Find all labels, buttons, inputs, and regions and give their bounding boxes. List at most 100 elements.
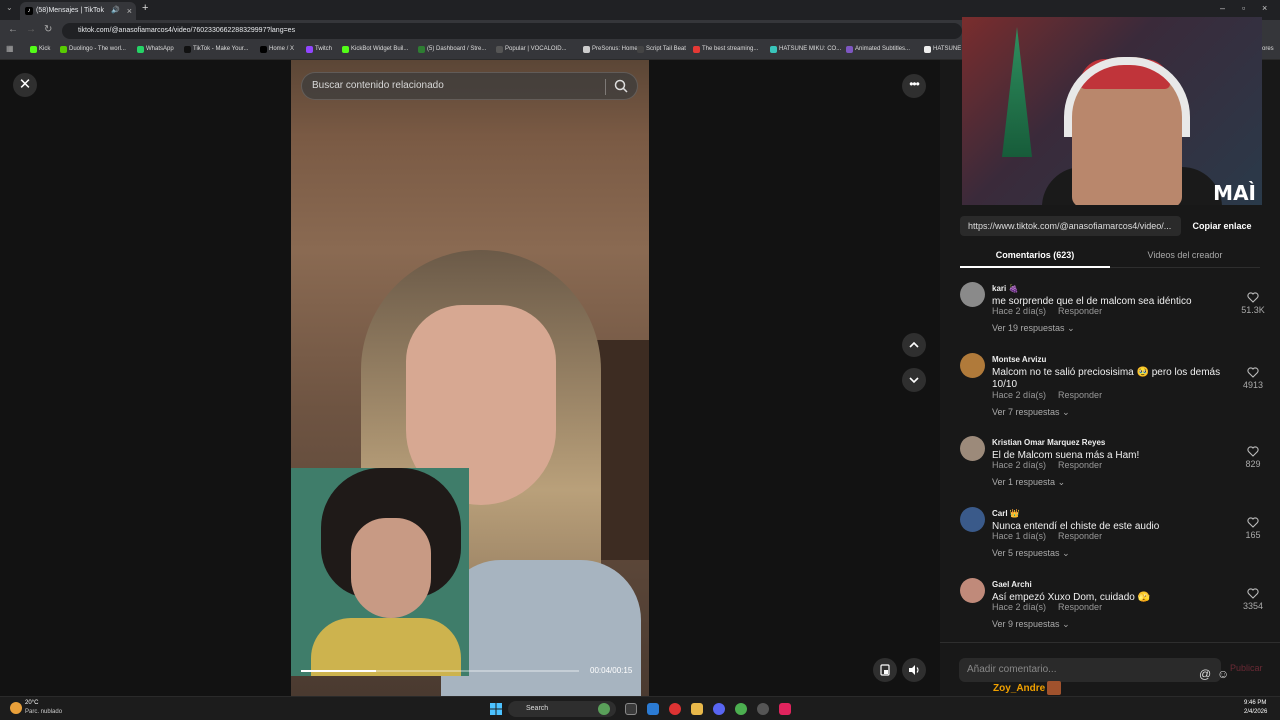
file-explorer-icon[interactable] — [691, 703, 703, 715]
bookmark-item[interactable]: TikTok - Make Your... — [184, 46, 248, 53]
bookmark-item[interactable]: KickBot Widget Buil... — [342, 46, 408, 53]
related-search-box[interactable]: Buscar contenido relacionado — [301, 72, 638, 100]
tab-list-icon[interactable]: ⌄ — [6, 3, 13, 12]
browser-tab[interactable]: ♪ (58)Mensajes | TikTok 🔊 × — [20, 2, 136, 20]
reload-icon[interactable]: ↻ — [44, 24, 52, 35]
bookmark-label: The best streaming... — [702, 46, 759, 52]
close-tab-icon[interactable]: × — [127, 2, 132, 20]
close-video-button[interactable]: ✕ — [13, 73, 37, 97]
heart-icon — [1247, 446, 1259, 457]
bookmark-favicon-icon — [260, 46, 267, 53]
mention-icon[interactable]: @ — [1199, 662, 1211, 686]
comment-time: Hace 2 día(s) — [992, 306, 1047, 316]
reply-button[interactable]: Responder — [1058, 306, 1102, 316]
reply-button[interactable]: Responder — [1058, 602, 1102, 612]
bookmark-item[interactable]: Home / X — [260, 46, 294, 53]
video-progress-bar[interactable] — [301, 670, 579, 672]
previous-video-button[interactable] — [902, 333, 926, 357]
widget-icon[interactable] — [598, 703, 610, 715]
reply-button[interactable]: Responder — [1058, 460, 1102, 470]
comment-author[interactable]: Carl 👑 — [992, 509, 1020, 518]
bookmark-item[interactable]: Duolingo - The worl... — [60, 46, 126, 53]
bookmark-favicon-icon — [137, 46, 144, 53]
avatar[interactable] — [960, 353, 985, 378]
apps-icon[interactable]: ▦ — [6, 44, 14, 53]
bookmark-item[interactable]: Script Tail Beat — [637, 46, 686, 53]
like-button[interactable]: 51.3K — [1238, 292, 1268, 315]
comment-input[interactable]: Añadir comentario... @ ☺ — [959, 658, 1229, 682]
like-button[interactable]: 4913 — [1238, 367, 1268, 390]
opera-icon[interactable] — [669, 703, 681, 715]
bookmark-item[interactable]: Animated Subtitles... — [846, 46, 911, 53]
speaker-icon[interactable]: 🔊 — [111, 2, 120, 20]
bookmark-item[interactable]: Twitch — [306, 46, 332, 53]
avatar[interactable] — [960, 436, 985, 461]
reply-button[interactable]: Responder — [1058, 390, 1102, 400]
overlay-photo-face — [351, 518, 431, 618]
view-replies-button[interactable]: Ver 19 respuestas ⌄ — [992, 323, 1075, 334]
view-replies-button[interactable]: Ver 5 respuestas ⌄ — [992, 548, 1070, 559]
emoji-icon[interactable]: ☺ — [1217, 662, 1229, 686]
bookmark-item[interactable]: Popular | VOCALOID... — [496, 46, 567, 53]
comment-author[interactable]: kari 🍇 — [992, 284, 1018, 293]
reply-button[interactable]: Responder — [1058, 531, 1102, 541]
publish-button[interactable]: Publicar — [1230, 663, 1263, 673]
windows-start-icon[interactable] — [490, 703, 502, 715]
bookmark-item[interactable]: HATSUNE MIKU: CO... — [770, 46, 841, 53]
close-window-icon[interactable]: × — [1262, 3, 1267, 13]
floating-player-button[interactable] — [873, 658, 897, 682]
bookmark-label: Animated Subtitles... — [855, 46, 911, 52]
next-video-button[interactable] — [902, 368, 926, 392]
search-divider — [605, 79, 606, 95]
minimize-icon[interactable]: – — [1220, 3, 1225, 13]
like-button[interactable]: 165 — [1238, 517, 1268, 540]
url-field[interactable]: tiktok.com/@anasofiamarcos4/video/760233… — [62, 23, 962, 39]
like-button[interactable]: 3354 — [1238, 588, 1268, 611]
avatar[interactable] — [960, 507, 985, 532]
bookmark-favicon-icon — [60, 46, 67, 53]
weather-icon[interactable] — [10, 702, 22, 714]
bookmark-favicon-icon — [583, 46, 590, 53]
like-button[interactable]: 829 — [1238, 446, 1268, 469]
music-app-icon[interactable] — [779, 703, 791, 715]
task-view-icon[interactable] — [625, 703, 637, 715]
search-icon[interactable] — [614, 79, 628, 93]
url-text: tiktok.com/@anasofiamarcos4/video/760233… — [78, 27, 296, 34]
view-replies-button[interactable]: Ver 9 respuestas ⌄ — [992, 619, 1070, 630]
share-link-field[interactable]: https://www.tiktok.com/@anasofiamarcos4/… — [960, 216, 1181, 236]
maximize-icon[interactable]: ▫ — [1242, 3, 1245, 13]
comment-author[interactable]: Gael Archi — [992, 580, 1032, 589]
settings-icon[interactable] — [757, 703, 769, 715]
bookmark-item[interactable]: PreSonus: Home — [583, 46, 638, 53]
overlay-photo-cardigan — [311, 618, 461, 676]
heart-icon — [1247, 517, 1259, 528]
bookmark-label: PreSonus: Home — [592, 46, 638, 52]
more-bookmarks-label[interactable]: ores — [1262, 46, 1274, 52]
bookmark-item[interactable]: Kick — [30, 46, 50, 53]
forward-icon[interactable]: → — [26, 24, 36, 35]
video-player[interactable]: Buscar contenido relacionado 00:04/00:15 — [291, 60, 649, 696]
tiktok-icon: ♪ — [25, 7, 33, 15]
tab-comments[interactable]: Comentarios (623) — [960, 250, 1110, 260]
bookmark-item[interactable]: The best streaming... — [693, 46, 759, 53]
view-replies-label: Ver 7 respuestas — [992, 407, 1060, 417]
view-replies-button[interactable]: Ver 1 respuesta ⌄ — [992, 477, 1065, 488]
edge-icon[interactable] — [647, 703, 659, 715]
view-replies-button[interactable]: Ver 7 respuestas ⌄ — [992, 407, 1070, 418]
comment-author[interactable]: Kristian Omar Marquez Reyes — [992, 438, 1105, 447]
bookmark-item[interactable]: (5) Dashboard / Stre... — [418, 46, 486, 53]
more-options-button[interactable]: ••• — [902, 74, 926, 98]
tab-creator-videos[interactable]: Videos del creador — [1110, 250, 1260, 260]
view-replies-label: Ver 9 respuestas — [992, 619, 1060, 629]
bookmark-item[interactable]: WhatsApp — [137, 46, 174, 53]
chrome-icon[interactable] — [735, 703, 747, 715]
volume-button[interactable] — [902, 658, 926, 682]
avatar[interactable] — [960, 282, 985, 307]
new-tab-icon[interactable]: + — [142, 2, 148, 14]
bookmark-item[interactable]: HATSUNE — [924, 46, 961, 53]
copy-link-button[interactable]: Copiar enlace — [1184, 216, 1260, 236]
comment-author[interactable]: Montse Arvizu — [992, 355, 1046, 364]
back-icon[interactable]: ← — [8, 24, 18, 35]
avatar[interactable] — [960, 578, 985, 603]
discord-icon[interactable] — [713, 703, 725, 715]
